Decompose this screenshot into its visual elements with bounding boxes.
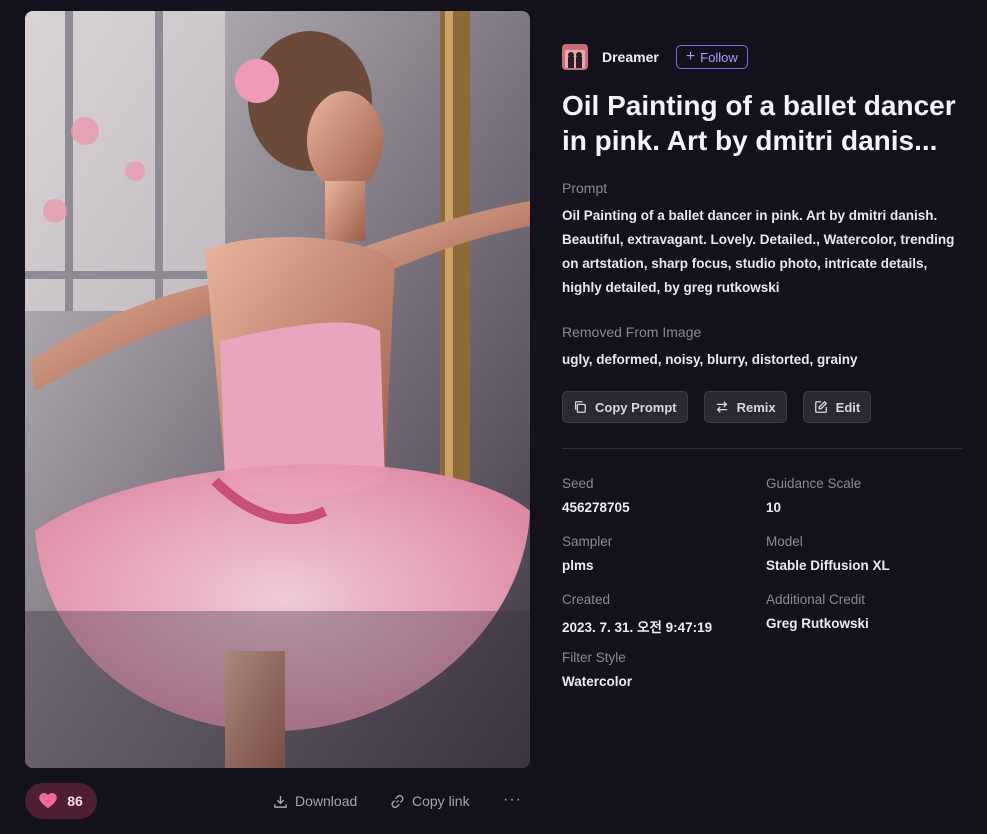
download-label: Download xyxy=(295,793,358,809)
seed-item: Seed 456278705 xyxy=(562,476,757,515)
link-icon xyxy=(391,794,404,808)
copy-link-label: Copy link xyxy=(412,793,470,809)
model-value: Stable Diffusion XL xyxy=(766,558,890,573)
credit-item: Additional Credit Greg Rutkowski xyxy=(766,592,961,631)
filter-value: Watercolor xyxy=(562,674,633,689)
more-options-button[interactable]: ··· xyxy=(503,791,522,809)
copy-icon xyxy=(574,401,586,413)
credit-value: Greg Rutkowski xyxy=(766,616,869,631)
guidance-item: Guidance Scale 10 xyxy=(766,476,961,515)
guidance-label: Guidance Scale xyxy=(766,476,862,491)
copy-prompt-button[interactable]: Copy Prompt xyxy=(562,391,688,423)
like-count: 86 xyxy=(67,793,83,809)
model-item: Model Stable Diffusion XL xyxy=(766,534,961,573)
seed-label: Seed xyxy=(562,476,594,491)
author-name[interactable]: Dreamer xyxy=(602,49,659,65)
action-buttons: Copy Prompt Remix Edit xyxy=(562,391,872,423)
generated-image[interactable] xyxy=(25,11,530,768)
prompt-label: Prompt xyxy=(562,180,608,196)
filter-item: Filter Style Watercolor xyxy=(562,650,757,689)
details-panel: Dreamer + Follow Oil Painting of a balle… xyxy=(562,44,962,689)
download-icon xyxy=(274,795,287,808)
copy-link-button[interactable]: Copy link xyxy=(390,793,470,809)
copy-prompt-label: Copy Prompt xyxy=(595,399,677,415)
like-button[interactable]: 86 xyxy=(25,783,97,819)
created-item: Created 2023. 7. 31. 오전 9:47:19 xyxy=(562,592,757,636)
page-title: Oil Painting of a ballet dancer in pink.… xyxy=(562,90,956,156)
model-label: Model xyxy=(766,534,803,549)
remix-icon xyxy=(716,401,727,413)
download-button[interactable]: Download xyxy=(273,793,357,809)
follow-button[interactable]: + Follow xyxy=(675,45,748,69)
heart-icon xyxy=(39,793,57,809)
avatar[interactable] xyxy=(562,44,588,70)
remix-button[interactable]: Remix xyxy=(703,391,787,423)
divider xyxy=(562,448,962,449)
created-value: 2023. 7. 31. 오전 9:47:19 xyxy=(562,620,713,635)
plus-icon: + xyxy=(685,48,696,65)
follow-label: Follow xyxy=(700,49,738,65)
seed-value: 456278705 xyxy=(562,500,630,515)
edit-icon xyxy=(814,400,827,413)
filter-label: Filter Style xyxy=(562,650,626,665)
created-label: Created xyxy=(562,592,611,607)
sampler-value: plms xyxy=(562,558,594,573)
image-footer: 86 Download Copy link ··· xyxy=(25,783,530,821)
credit-label: Additional Credit xyxy=(766,592,866,607)
removed-text: ugly, deformed, noisy, blurry, distorted… xyxy=(562,352,858,367)
sampler-item: Sampler plms xyxy=(562,534,757,573)
sampler-label: Sampler xyxy=(562,534,613,549)
author-row: Dreamer + Follow xyxy=(562,44,962,70)
guidance-value: 10 xyxy=(766,500,782,515)
edit-button[interactable]: Edit xyxy=(802,391,872,423)
edit-label: Edit xyxy=(835,399,861,415)
removed-label: Removed From Image xyxy=(562,324,702,340)
prompt-text: Oil Painting of a ballet dancer in pink.… xyxy=(562,208,955,295)
remix-label: Remix xyxy=(736,399,776,415)
